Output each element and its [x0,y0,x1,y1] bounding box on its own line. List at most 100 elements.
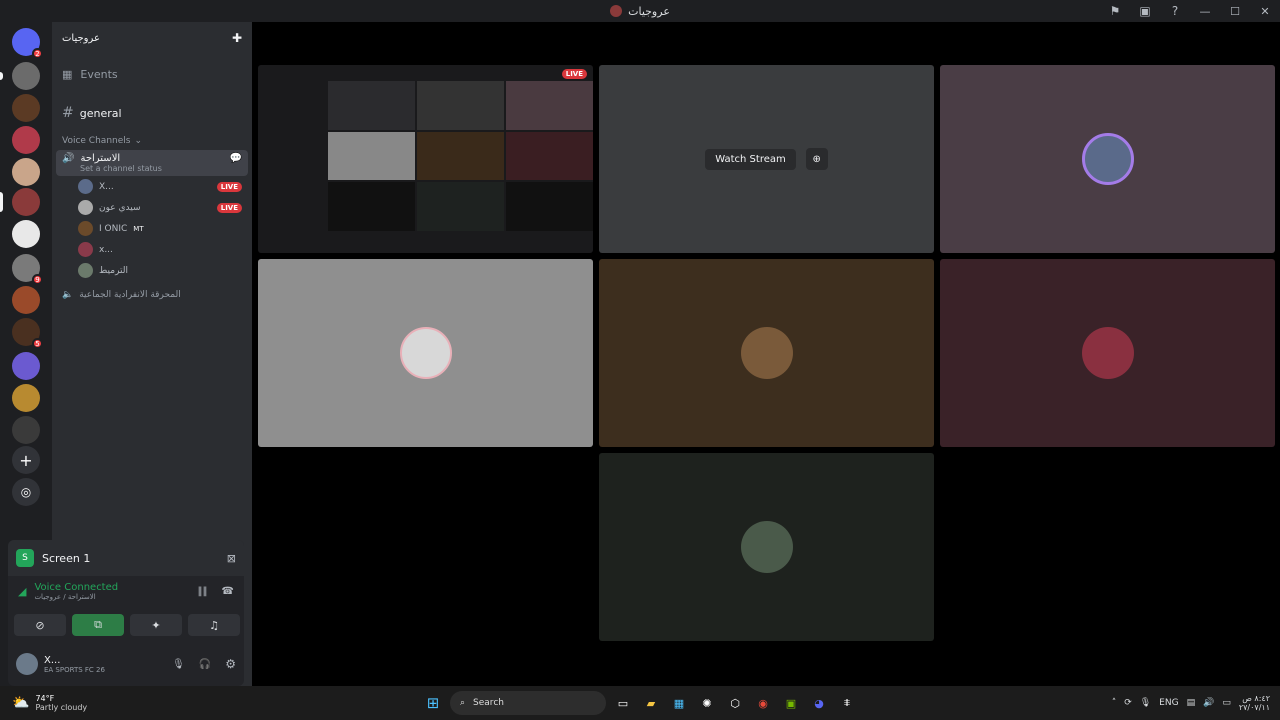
disconnect-icon[interactable]: ☎ [222,586,234,597]
app-icon-2[interactable]: ⩨ [836,692,858,714]
task-view-icon[interactable]: ▭ [612,692,634,714]
weather-icon: ⛅ [12,695,30,711]
discord-icon[interactable]: ◕ [808,692,830,714]
app-icon[interactable]: ⬡ [724,692,746,714]
video-tile-user[interactable] [599,453,934,641]
voice-channel-other[interactable]: 🔈 المحرقة الانفرادية الجماعية [52,281,252,309]
stop-share-icon[interactable]: ⊠ [227,552,236,565]
live-badge: LIVE [216,202,242,213]
battery-icon[interactable]: ▭ [1222,698,1231,708]
user-tag: MT [133,224,144,233]
active-voice-channel[interactable]: 🔊 الاستراحة 💬 Set a channel status [56,150,248,176]
weather-desc: Partly cloudy [35,703,88,712]
help-icon[interactable]: ? [1160,0,1190,22]
flag-icon[interactable]: ⚑ [1100,0,1130,22]
language-indicator[interactable]: ENG [1159,698,1178,708]
weather-temp: 74°F [35,694,55,703]
live-badge: LIVE [216,181,242,192]
server-icon-10[interactable] [12,384,40,412]
live-badge: LIVE [561,69,587,79]
channel-name: general [79,106,122,120]
voice-section-label: Voice Channels [62,136,131,146]
search-label: Search [473,698,504,708]
user-name: سيدي عون [99,202,141,213]
voice-location[interactable]: الاستراحة / عروجيات [34,593,118,601]
server-icon-11[interactable] [12,416,40,444]
close-button[interactable]: ✕ [1250,0,1280,22]
video-tile-user[interactable] [940,65,1275,253]
store-icon[interactable]: ▦ [668,692,690,714]
watch-stream-button[interactable]: Watch Stream [705,148,796,170]
voice-user[interactable]: سيدي عون LIVE [52,197,252,218]
server-icon-6[interactable]: 9 [12,254,43,285]
speaker-icon: 🔈 [62,290,74,300]
server-icon-1[interactable] [12,62,40,90]
minimize-button[interactable]: — [1190,0,1220,22]
voice-channels-header[interactable]: Voice Channels ⌄ [52,132,252,150]
inbox-icon[interactable]: ▣ [1130,0,1160,22]
video-tile-user[interactable] [599,259,934,447]
notification-badge: 5 [32,338,43,349]
waveform-icon[interactable]: ‖‖ [198,586,208,597]
popout-icon[interactable]: ⊕ [805,148,828,170]
server-icon-8[interactable]: 5 [12,318,43,349]
voice-status[interactable]: Voice Connected [34,582,118,593]
clock-time: ٨:٤٢ ص [1242,694,1270,703]
guild-header[interactable]: عروجيات ✚ [52,22,252,54]
start-icon[interactable]: ⊞ [422,692,444,714]
network-icon[interactable]: ▤ [1187,698,1196,708]
add-server-icon[interactable]: + [12,446,40,474]
stream-tile-live[interactable]: LIVE [258,65,593,253]
volume-icon[interactable]: 🔊 [1203,698,1214,708]
weather-widget[interactable]: ⛅ 74°F Partly cloudy [12,694,172,712]
channel-status[interactable]: Set a channel status [62,164,242,173]
discord-home-icon[interactable]: 2 [12,28,43,59]
video-tile-user[interactable] [258,259,593,447]
gear-icon[interactable]: ⚙ [225,657,236,671]
mic-tray-icon[interactable]: 🎙 [1140,698,1151,708]
stream-tile-game[interactable]: Watch Stream ⊕ [599,65,934,253]
screen-share-button[interactable]: ⧉ [72,614,124,636]
chatgpt-icon[interactable]: ✺ [696,692,718,714]
user-avatar[interactable] [16,653,38,675]
voice-user[interactable]: X... LIVE [52,176,252,197]
chat-icon[interactable]: 💬 [230,153,242,164]
chrome-icon[interactable]: ◉ [752,692,774,714]
server-icon-5[interactable] [12,220,40,248]
server-icon-4[interactable] [12,158,40,186]
voice-user[interactable]: x... [52,239,252,260]
speaker-icon: 🔊 [62,153,75,164]
notification-badge: 9 [32,274,43,285]
voice-user[interactable]: I ONIC MT [52,218,252,239]
avatar [399,327,452,379]
hash-icon: # [62,105,74,121]
server-icon-active[interactable] [12,188,40,216]
server-icon-3[interactable] [12,126,40,154]
file-explorer-icon[interactable]: ▰ [640,692,662,714]
guild-name: عروجيات [62,32,100,44]
clock[interactable]: ٨:٤٢ ص ٢٧/٠٧/١١ [1239,694,1270,712]
server-icon-7[interactable] [12,286,40,314]
taskbar: ⛅ 74°F Partly cloudy ⊞ ⌕ Search ▭ ▰ ▦ ✺ … [0,686,1280,720]
search-icon: ⌕ [460,698,466,708]
avatar [78,200,93,215]
camera-off-button[interactable]: ⊘ [14,614,66,636]
microphone-icon[interactable]: 🎙 [172,659,185,670]
activities-button[interactable]: ✦ [130,614,182,636]
avatar [1081,133,1134,185]
video-tile-user[interactable] [940,259,1275,447]
search-box[interactable]: ⌕ Search [450,691,606,715]
nvidia-icon[interactable]: ▣ [780,692,802,714]
voice-user[interactable]: الترميط [52,260,252,281]
explore-icon[interactable]: ◎ [12,478,40,506]
invite-icon[interactable]: ✚ [232,31,242,45]
maximize-button[interactable]: ☐ [1220,0,1250,22]
server-icon-9[interactable] [12,352,40,380]
sync-icon[interactable]: ⟳ [1124,698,1132,708]
soundboard-button[interactable]: ♫ [188,614,240,636]
headphones-icon[interactable]: 🎧 [199,659,211,670]
chevron-up-icon[interactable]: ˄ [1112,698,1117,708]
events-item[interactable]: ▦ Events [52,54,252,94]
text-channel-general[interactable]: # general [52,94,252,132]
server-icon-2[interactable] [12,94,40,122]
